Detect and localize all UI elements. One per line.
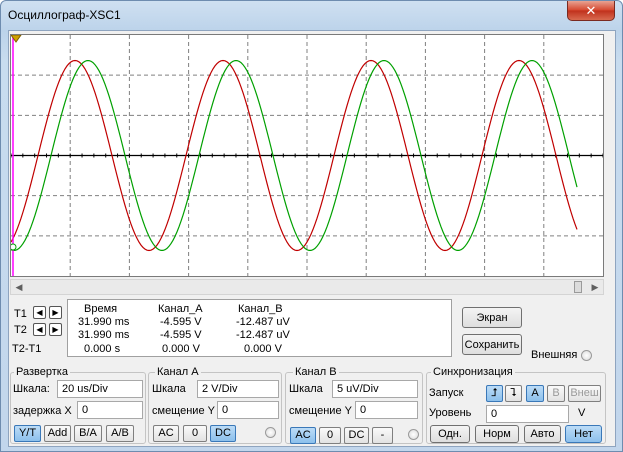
mode-add-button[interactable]: Add [44,425,71,442]
delay-label: задержка X [13,405,72,417]
row2-a: -4.595 V [160,329,202,341]
channel-b-offset-label: смещение Y [289,405,352,417]
trigger-single-button[interactable]: Одн. [430,425,470,443]
trigger-level-unit: V [578,407,586,419]
row1-a: -4.595 V [160,316,202,328]
window-title: Осциллограф-XSC1 [8,8,121,22]
channel-a-scale-field[interactable]: 2 V/Div [197,380,279,398]
channel-b-minus-button[interactable]: - [372,427,393,444]
channel-a-offset-field[interactable]: 0 [217,401,279,419]
header-time: Время [84,303,118,315]
rising-edge-icon[interactable]: ⮥ [486,385,503,402]
header-channel-a: Канал_A [158,303,203,315]
scroll-right-icon[interactable]: ▶ [587,280,603,294]
channel-b-offset-field[interactable]: 0 [355,401,418,419]
diff-label: T2-T1 [12,343,42,355]
trigger-source-ext-button[interactable]: Внеш [568,385,601,402]
channel-b-scale-field[interactable]: 5 uV/Div [332,380,418,398]
external-radio[interactable] [581,350,592,361]
row1-time: 31.990 ms [78,316,130,328]
cursor-readout: Время Канал_A Канал_B 31.990 ms -4.595 V… [67,299,452,357]
row2-b: -12.487 uV [236,329,290,341]
channel-a-offset-label: смещение Y [152,405,215,417]
mode-ba-button[interactable]: B/A [74,425,102,442]
trigger-point-icon [11,243,17,251]
timebase-scale-field[interactable]: 20 us/Div [57,380,143,398]
mode-ab-button[interactable]: A/B [106,425,134,442]
waveform-plot [11,35,603,276]
delay-field[interactable]: 0 [77,401,143,419]
oscilloscope-screen[interactable] [10,34,604,277]
row3-a: 0.000 V [162,343,200,355]
trigger-start-label: Запуск [429,387,464,399]
channel-a-title: Канал A [155,366,201,378]
screen-button[interactable]: Экран [462,307,522,328]
save-button[interactable]: Сохранить [462,334,522,355]
trigger-auto-button[interactable]: Авто [524,425,561,443]
row1-b: -12.487 uV [236,316,290,328]
trigger-level-label: Уровень [429,407,472,419]
oscilloscope-window: Осциллограф-XSC1 ✕ ◀ ▶ T1 ◀ ▶ T2 ◀ ▶ T2-… [0,0,623,452]
scroll-thumb[interactable] [574,281,582,293]
channel-a-radio[interactable] [265,427,276,438]
channel-b-dc-button[interactable]: DC [344,427,369,444]
scroll-left-icon[interactable]: ◀ [11,280,27,294]
mode-yt-button[interactable]: Y/T [14,425,41,442]
channel-a-dc-button[interactable]: DC [210,425,236,442]
horizontal-scrollbar[interactable]: ◀ ▶ [10,279,604,295]
t1-label: T1 [14,308,27,320]
t1-right-icon[interactable]: ▶ [49,306,62,319]
channel-a-zero-button[interactable]: 0 [183,425,207,442]
t1-left-icon[interactable]: ◀ [33,306,46,319]
external-label: Внешняя [531,349,578,361]
title-bar[interactable]: Осциллограф-XSC1 ✕ [1,1,622,29]
channel-b-ac-button[interactable]: AC [290,427,316,444]
trigger-normal-button[interactable]: Норм [475,425,519,443]
trigger-source-b-button[interactable]: B [547,385,565,402]
channel-a-scale-label: Шкала [152,383,186,395]
channel-b-zero-button[interactable]: 0 [319,427,341,444]
t2-left-icon[interactable]: ◀ [33,323,46,336]
row3-b: 0.000 V [244,343,282,355]
trigger-title: Синхронизация [431,366,515,378]
channel-b-scale-label: Шкала [289,383,323,395]
t2-right-icon[interactable]: ▶ [49,323,62,336]
row2-time: 31.990 ms [78,329,130,341]
channel-a-ac-button[interactable]: AC [153,425,179,442]
header-channel-b: Канал_B [238,303,283,315]
trigger-level-field[interactable]: 0 [486,405,569,423]
timebase-scale-label: Шкала: [13,383,50,395]
trigger-source-a-button[interactable]: A [526,385,544,402]
close-button[interactable]: ✕ [567,1,615,21]
channel-b-radio[interactable] [408,429,419,440]
t2-label: T2 [14,324,27,336]
falling-edge-icon[interactable]: ⮧ [505,385,522,402]
timebase-title: Развертка [14,366,70,378]
channel-b-title: Канал B [293,366,339,378]
trigger-none-button[interactable]: Нет [565,425,602,443]
row3-time: 0.000 s [84,343,121,355]
